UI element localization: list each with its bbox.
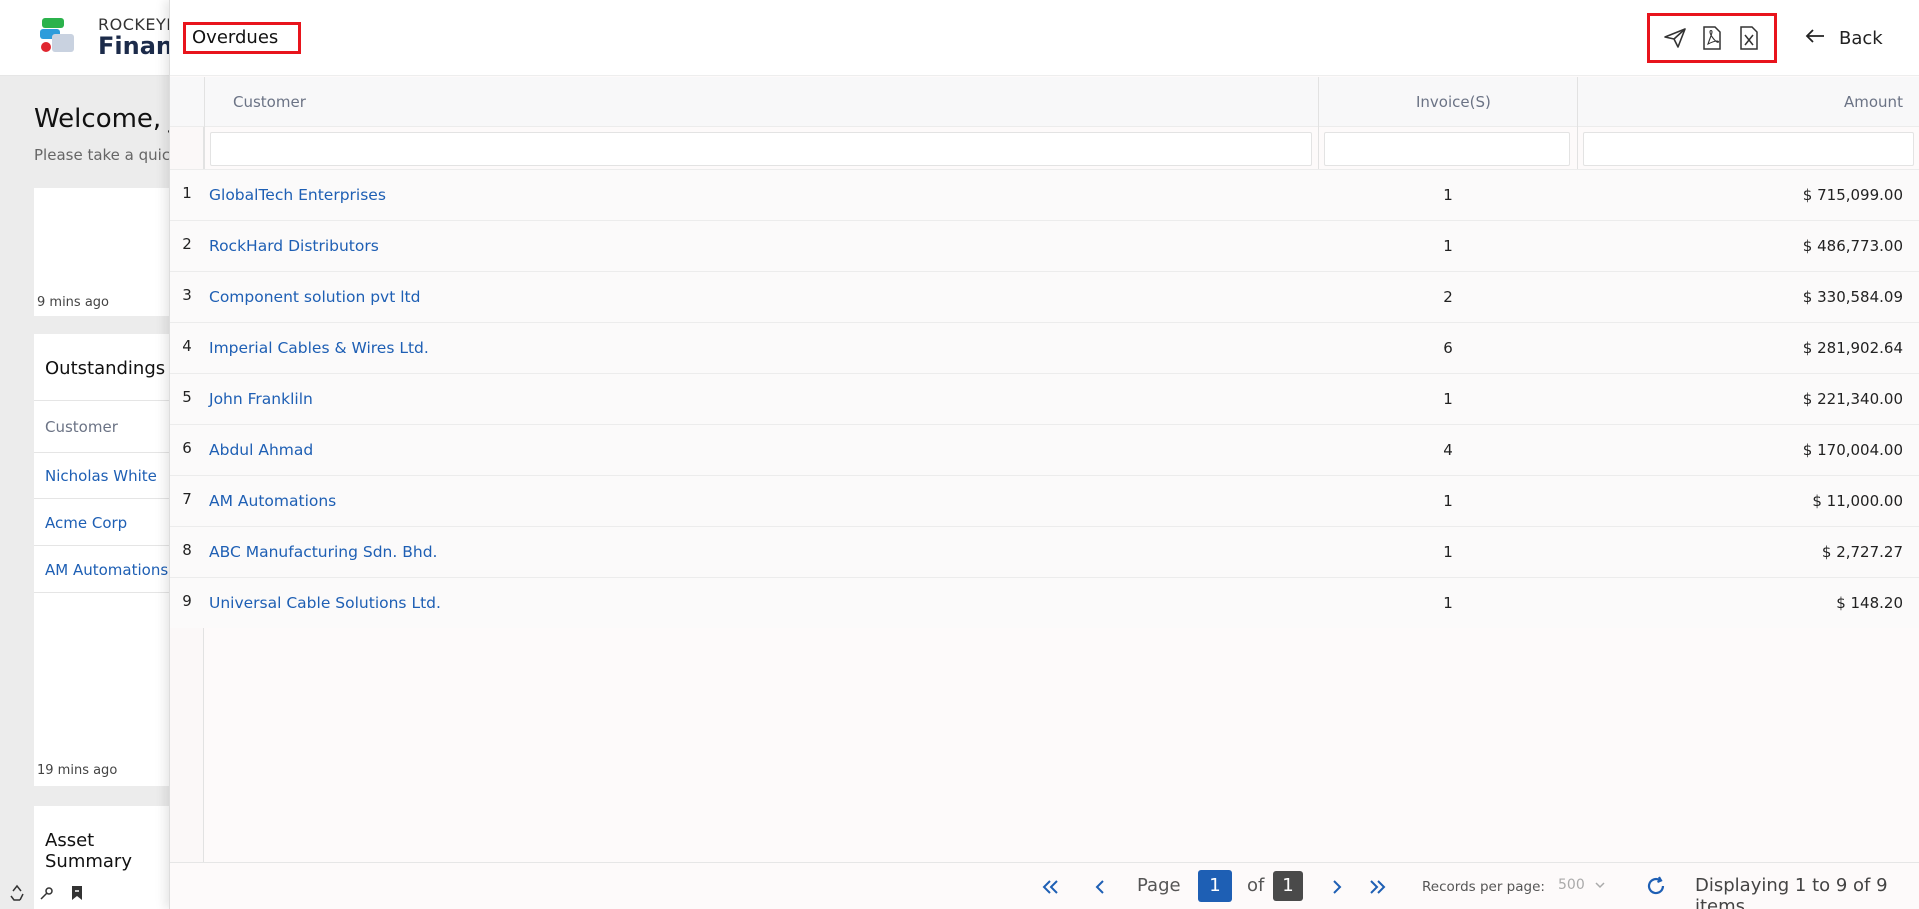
row-number: 5 <box>182 388 192 406</box>
bottom-toolbar <box>8 884 86 902</box>
row-number: 3 <box>182 286 192 304</box>
outstandings-card: Outstandings Customer Nicholas White Acm… <box>34 334 184 786</box>
card-timestamp: 19 mins ago <box>37 763 118 778</box>
customer-link[interactable]: AM Automations <box>209 492 336 510</box>
recycle-icon[interactable] <box>8 884 26 902</box>
pdf-icon[interactable] <box>1699 25 1725 51</box>
outstandings-column-customer: Customer <box>45 418 118 436</box>
amount-value: $ 170,004.00 <box>1802 441 1903 459</box>
row-number: 4 <box>182 337 192 355</box>
column-header-amount[interactable]: Amount <box>1844 93 1903 111</box>
divider <box>34 400 184 401</box>
back-button[interactable]: Back <box>1805 24 1883 52</box>
amount-value: $ 148.20 <box>1836 594 1903 612</box>
amount-filter-input[interactable] <box>1583 132 1914 166</box>
pagination-bar: Page 1 of 1 Records per page: 500 Displa… <box>170 862 1919 909</box>
tools-icon[interactable] <box>38 884 56 902</box>
table-row: 1 GlobalTech Enterprises 1 $ 715,099.00 <box>170 169 1919 220</box>
refresh-icon[interactable] <box>1644 874 1668 898</box>
first-page-icon[interactable] <box>1040 876 1062 898</box>
last-page-icon[interactable] <box>1366 876 1388 898</box>
table-row: 3 Component solution pvt ltd 2 $ 330,584.09 <box>170 271 1919 322</box>
invoice-count: 2 <box>1443 288 1453 306</box>
customer-link[interactable]: Abdul Ahmad <box>209 441 313 459</box>
divider <box>34 545 184 546</box>
row-number: 8 <box>182 541 192 559</box>
current-page[interactable]: 1 <box>1198 870 1232 902</box>
records-per-page-label: Records per page: <box>1422 879 1545 895</box>
invoice-count: 1 <box>1443 390 1453 408</box>
table-row: 6 Abdul Ahmad 4 $ 170,004.00 <box>170 424 1919 475</box>
brand-logo-icon <box>38 16 78 56</box>
column-header-customer[interactable]: Customer <box>233 93 306 111</box>
records-per-page-select[interactable]: 500 <box>1558 877 1605 893</box>
previous-page-icon[interactable] <box>1089 876 1111 898</box>
overdues-panel: Overdues Back Customer Invoice(S) Amount <box>169 0 1919 909</box>
divider <box>34 592 184 593</box>
customer-link[interactable]: Universal Cable Solutions Ltd. <box>209 594 441 612</box>
customer-link[interactable]: Component solution pvt ltd <box>209 288 420 306</box>
welcome-subtext: Please take a quick <box>34 146 179 164</box>
row-number: 6 <box>182 439 192 457</box>
invoice-count: 1 <box>1443 186 1453 204</box>
row-number: 9 <box>182 592 192 610</box>
of-label: of <box>1247 875 1265 896</box>
row-number: 2 <box>182 235 192 253</box>
row-number: 1 <box>182 184 192 202</box>
amount-value: $ 486,773.00 <box>1802 237 1903 255</box>
table-row: 8 ABC Manufacturing Sdn. Bhd. 1 $ 2,727.27 <box>170 526 1919 577</box>
outstandings-title: Outstandings <box>45 358 166 379</box>
panel-title: Overdues <box>183 22 301 54</box>
excel-icon[interactable] <box>1736 25 1762 51</box>
total-pages: 1 <box>1273 871 1303 901</box>
amount-value: $ 11,000.00 <box>1812 492 1903 510</box>
amount-value: $ 2,727.27 <box>1821 543 1903 561</box>
invoice-count: 6 <box>1443 339 1453 357</box>
back-label: Back <box>1839 27 1883 49</box>
customer-filter-input[interactable] <box>210 132 1312 166</box>
table-row: 9 Universal Cable Solutions Ltd. 1 $ 148.20 <box>170 577 1919 628</box>
divider <box>34 452 184 453</box>
column-header-invoices[interactable]: Invoice(S) <box>1416 93 1491 111</box>
table-row: 2 RockHard Distributors 1 $ 486,773.00 <box>170 220 1919 271</box>
next-page-icon[interactable] <box>1326 876 1348 898</box>
bookmark-icon[interactable] <box>68 884 86 902</box>
panel-header: Overdues Back <box>170 0 1919 76</box>
table-header: Customer Invoice(S) Amount <box>170 77 1919 127</box>
invoice-count: 1 <box>1443 492 1453 510</box>
customer-link[interactable]: ABC Manufacturing Sdn. Bhd. <box>209 543 437 561</box>
display-summary: Displaying 1 to 9 of 9 items. <box>1695 875 1888 909</box>
customer-link[interactable]: GlobalTech Enterprises <box>209 186 386 204</box>
card-timestamp: 9 mins ago <box>37 295 109 310</box>
send-icon[interactable] <box>1662 25 1688 51</box>
invoice-count: 1 <box>1443 594 1453 612</box>
records-per-page-value: 500 <box>1558 877 1585 893</box>
divider <box>34 498 184 499</box>
customer-link[interactable]: John Frankliln <box>209 390 313 408</box>
amount-value: $ 330,584.09 <box>1802 288 1903 306</box>
outstandings-row-link[interactable]: Nicholas White <box>45 467 157 485</box>
page-label: Page <box>1137 875 1181 896</box>
invoice-count: 1 <box>1443 543 1453 561</box>
customer-link[interactable]: RockHard Distributors <box>209 237 379 255</box>
outstandings-row-link[interactable]: AM Automations <box>45 561 168 579</box>
overdues-table: Customer Invoice(S) Amount 1 GlobalTech E… <box>170 77 1919 862</box>
export-actions <box>1647 13 1777 63</box>
amount-value: $ 715,099.00 <box>1802 186 1903 204</box>
customer-link[interactable]: Imperial Cables & Wires Ltd. <box>209 339 429 357</box>
chevron-down-icon <box>1595 877 1605 893</box>
table-row: 7 AM Automations 1 $ 11,000.00 <box>170 475 1919 526</box>
dashboard-card: 9 mins ago <box>34 188 184 316</box>
row-number: 7 <box>182 490 192 508</box>
table-row: 4 Imperial Cables & Wires Ltd. 6 $ 281,902.… <box>170 322 1919 373</box>
amount-value: $ 281,902.64 <box>1802 339 1903 357</box>
amount-value: $ 221,340.00 <box>1802 390 1903 408</box>
invoice-count: 1 <box>1443 237 1453 255</box>
asset-summary-title: Asset Summary <box>45 830 132 872</box>
invoice-count: 4 <box>1443 441 1453 459</box>
outstandings-row-link[interactable]: Acme Corp <box>45 514 127 532</box>
arrow-left-icon <box>1805 28 1825 48</box>
table-row: 5 John Frankliln 1 $ 221,340.00 <box>170 373 1919 424</box>
invoices-filter-input[interactable] <box>1324 132 1570 166</box>
